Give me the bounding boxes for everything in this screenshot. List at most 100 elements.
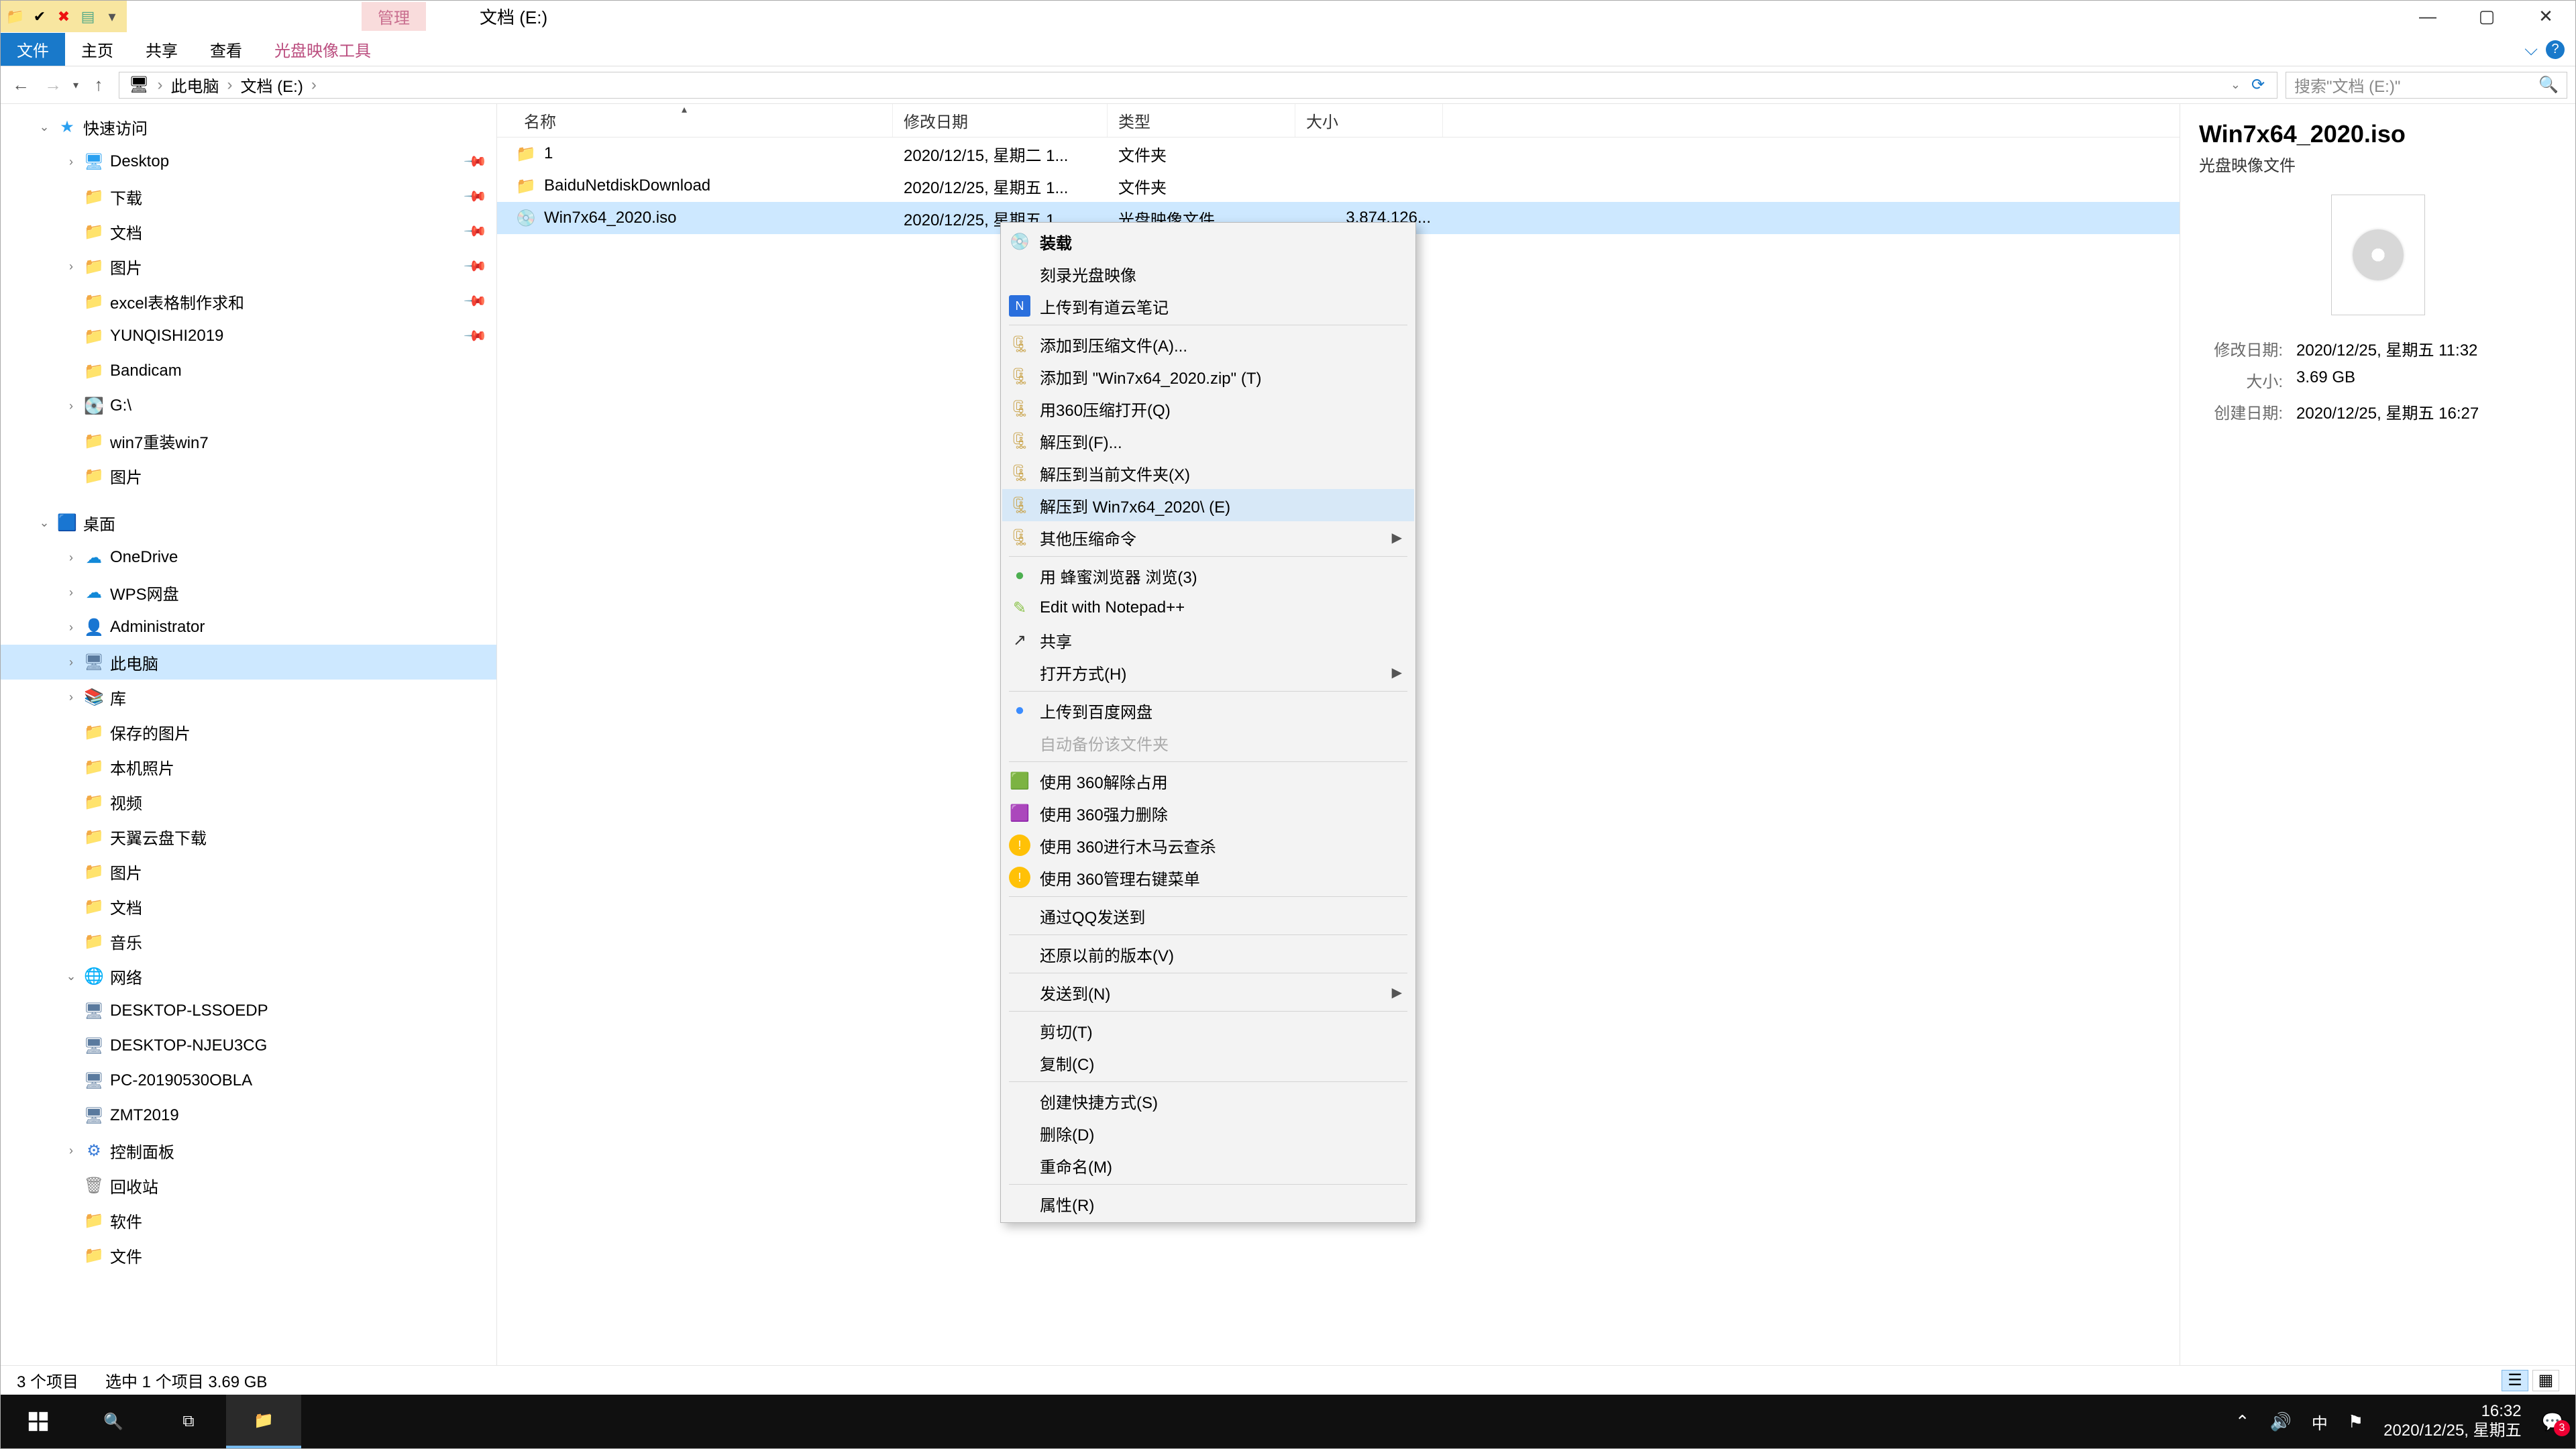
sidebar-item[interactable]: 📁 Bandicam	[1, 354, 496, 388]
chevron-icon[interactable]: ›	[64, 690, 78, 704]
nav-quick-access[interactable]: ⌄ ★ 快速访问	[1, 109, 496, 144]
menu-item[interactable]: 发送到(N)▶	[1002, 976, 1414, 1008]
chevron-icon[interactable]: ›	[64, 586, 78, 600]
sidebar-item[interactable]: 🖥 DESKTOP-LSSOEDP	[1, 994, 496, 1028]
close-button[interactable]: ✕	[2516, 1, 2575, 33]
sidebar-item[interactable]: 📁 音乐	[1, 924, 496, 959]
chevron-icon[interactable]: ⌄	[64, 969, 78, 983]
sidebar-item[interactable]: › 💽 G:\	[1, 388, 496, 423]
menu-item[interactable]: 🗜添加到 "Win7x64_2020.zip" (T)	[1002, 360, 1414, 392]
file-row[interactable]: 📁BaiduNetdiskDownload 2020/12/25, 星期五 1.…	[497, 170, 2180, 202]
menu-item[interactable]: 🗜其他压缩命令▶	[1002, 521, 1414, 553]
nav-history-dropdown[interactable]: ▾	[73, 78, 78, 92]
sidebar-item[interactable]: › 🖥 此电脑	[1, 645, 496, 680]
minimize-button[interactable]: —	[2398, 1, 2457, 33]
sidebar-item[interactable]: › ⚙ 控制面板	[1, 1133, 496, 1168]
task-view-button[interactable]: ⧉	[151, 1395, 226, 1448]
view-thumbnails-button[interactable]: ▦	[2532, 1370, 2559, 1391]
maximize-button[interactable]: ▢	[2457, 1, 2516, 33]
sidebar-item[interactable]: ⌄ 🌐 网络	[1, 959, 496, 994]
tab-context-iso-tools[interactable]: 光盘映像工具	[258, 33, 387, 66]
sidebar-item[interactable]: 🖥 DESKTOP-NJEU3CG	[1, 1028, 496, 1063]
menu-item[interactable]: N上传到有道云笔记	[1002, 290, 1414, 322]
sidebar-item[interactable]: 🖥 PC-20190530OBLA	[1, 1063, 496, 1098]
nav-desktop-root[interactable]: ⌄ 🟦 桌面	[1, 505, 496, 540]
sidebar-item[interactable]: 📁 文档	[1, 889, 496, 924]
sidebar-item[interactable]: 📁 excel表格制作求和 📌	[1, 284, 496, 319]
breadcrumb-item[interactable]: 文档 (E:)	[237, 73, 307, 97]
menu-item[interactable]: !使用 360管理右键菜单	[1002, 861, 1414, 894]
sidebar-item[interactable]: 📁 视频	[1, 784, 496, 819]
action-center-button[interactable]: 💬 3	[2542, 1411, 2563, 1432]
menu-item[interactable]: 🗜解压到 Win7x64_2020\ (E)	[1002, 489, 1414, 521]
menu-item[interactable]: 删除(D)	[1002, 1117, 1414, 1149]
menu-item[interactable]: 打开方式(H)▶	[1002, 656, 1414, 688]
menu-item[interactable]: 🗜添加到压缩文件(A)...	[1002, 328, 1414, 360]
menu-item[interactable]: ↗共享	[1002, 624, 1414, 656]
menu-item[interactable]: 复制(C)	[1002, 1046, 1414, 1079]
menu-item[interactable]: 属性(R)	[1002, 1187, 1414, 1220]
sidebar-item[interactable]: › 🖥 Desktop 📌	[1, 144, 496, 179]
breadcrumb-dropdown-icon[interactable]: ⌄	[2226, 78, 2245, 92]
breadcrumb-item[interactable]: 此电脑	[167, 73, 223, 97]
sidebar-item[interactable]: › 📁 图片 📌	[1, 249, 496, 284]
menu-item[interactable]: 刻录光盘映像	[1002, 258, 1414, 290]
sidebar-item[interactable]: 📁 文件	[1, 1238, 496, 1273]
sidebar-item[interactable]: 📁 下载 📌	[1, 179, 496, 214]
volume-icon[interactable]: 🔊	[2269, 1411, 2291, 1432]
sidebar-item[interactable]: 📁 win7重装win7	[1, 423, 496, 458]
menu-item[interactable]: 🗜用360压缩打开(Q)	[1002, 392, 1414, 425]
tray-security-icon[interactable]: ⚑	[2348, 1411, 2363, 1432]
sidebar-item[interactable]: 📁 YUNQISHI2019 📌	[1, 319, 496, 354]
chevron-down-icon[interactable]: ⌄	[38, 516, 51, 530]
tab-home[interactable]: 主页	[65, 33, 129, 66]
sidebar-item[interactable]: 📁 软件	[1, 1203, 496, 1238]
chevron-icon[interactable]: ›	[64, 155, 78, 169]
search-input[interactable]: 搜索"文档 (E:)" 🔍	[2286, 72, 2567, 99]
menu-item[interactable]: 创建快捷方式(S)	[1002, 1085, 1414, 1117]
col-size[interactable]: 大小	[1295, 104, 1443, 137]
sidebar-item[interactable]: 📁 本机照片	[1, 749, 496, 784]
menu-item[interactable]: 剪切(T)	[1002, 1014, 1414, 1046]
sidebar-item[interactable]: 🗑 回收站	[1, 1168, 496, 1203]
qat-delete-icon[interactable]: ✖	[54, 7, 73, 26]
taskbar-clock[interactable]: 16:32 2020/12/25, 星期五	[2383, 1402, 2521, 1441]
tab-file[interactable]: 文件	[1, 33, 65, 66]
col-name[interactable]: 名称	[497, 104, 893, 137]
refresh-button[interactable]: ⟳	[2245, 75, 2271, 95]
chevron-icon[interactable]: ›	[64, 621, 78, 635]
sidebar-item[interactable]: 📁 图片	[1, 458, 496, 493]
menu-item[interactable]: ✎Edit with Notepad++	[1002, 592, 1414, 624]
sidebar-item[interactable]: 📁 保存的图片	[1, 714, 496, 749]
ribbon-expand-icon[interactable]: ⌵	[2524, 39, 2538, 60]
chevron-icon[interactable]: ›	[64, 551, 78, 565]
menu-item[interactable]: 通过QQ发送到	[1002, 900, 1414, 932]
chevron-icon[interactable]: ›	[64, 1144, 78, 1158]
menu-item[interactable]: 🗜解压到当前文件夹(X)	[1002, 457, 1414, 489]
sidebar-item[interactable]: › 📚 库	[1, 680, 496, 714]
menu-item[interactable]: ●用 蜂蜜浏览器 浏览(3)	[1002, 559, 1414, 592]
tab-view[interactable]: 查看	[194, 33, 258, 66]
col-type[interactable]: 类型	[1108, 104, 1295, 137]
nav-forward-button[interactable]: →	[41, 73, 65, 97]
tray-overflow-icon[interactable]: ⌃	[2235, 1411, 2250, 1432]
menu-item[interactable]: 重命名(M)	[1002, 1149, 1414, 1181]
chevron-icon[interactable]: ›	[64, 399, 78, 413]
chevron-down-icon[interactable]: ⌄	[38, 120, 51, 134]
sidebar-item[interactable]: 📁 图片	[1, 854, 496, 889]
menu-item[interactable]: 💿装载	[1002, 225, 1414, 258]
menu-item[interactable]: 🗜解压到(F)...	[1002, 425, 1414, 457]
ime-indicator[interactable]: 中	[2312, 1410, 2328, 1434]
menu-item[interactable]: 🟪使用 360强力删除	[1002, 797, 1414, 829]
menu-item[interactable]: ●上传到百度网盘	[1002, 694, 1414, 727]
taskbar-search-button[interactable]: 🔍	[76, 1395, 151, 1448]
chevron-icon[interactable]: ›	[64, 655, 78, 669]
sidebar-item[interactable]: 🖥 ZMT2019	[1, 1098, 496, 1133]
nav-up-button[interactable]: ↑	[87, 73, 111, 97]
qat-properties-icon[interactable]: ▤	[78, 7, 97, 26]
sidebar-item[interactable]: › 👤 Administrator	[1, 610, 496, 645]
menu-item[interactable]: !使用 360进行木马云查杀	[1002, 829, 1414, 861]
view-details-button[interactable]: ☰	[2502, 1370, 2528, 1391]
breadcrumb[interactable]: 🖥 › 此电脑 › 文档 (E:) › ⌄ ⟳	[119, 72, 2277, 99]
sidebar-item[interactable]: › ☁ OneDrive	[1, 540, 496, 575]
